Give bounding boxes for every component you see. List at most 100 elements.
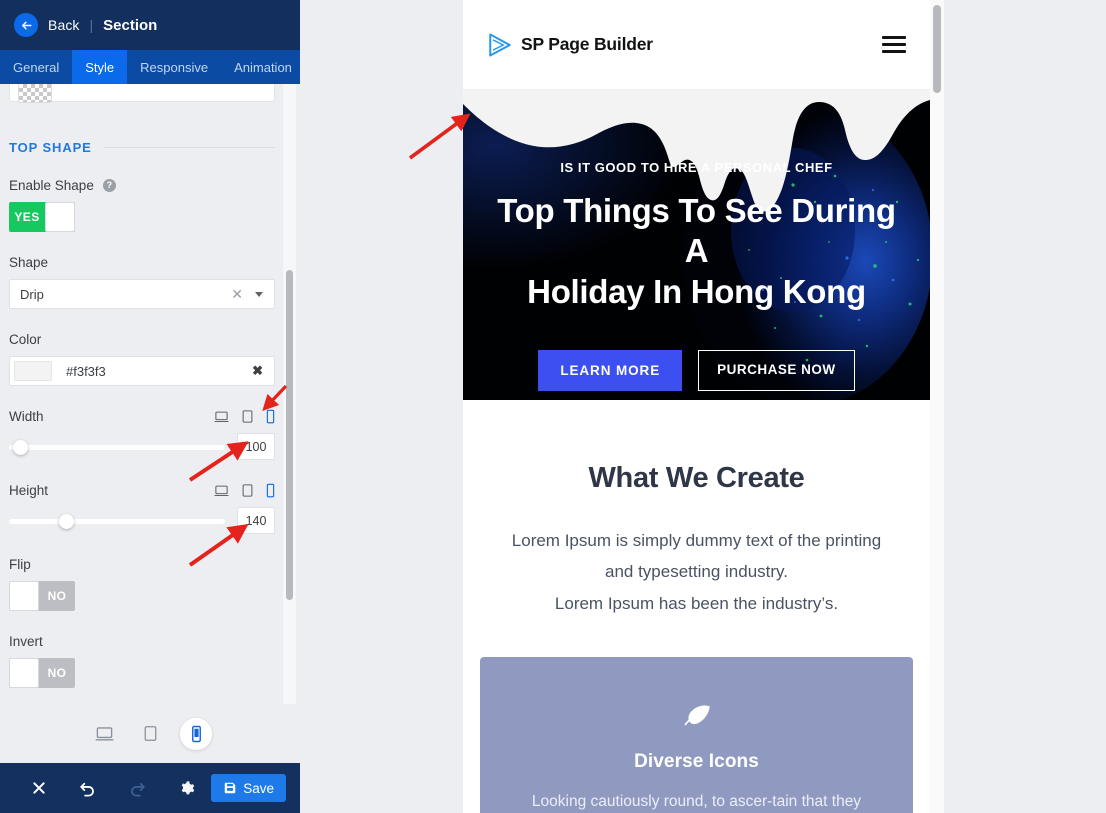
width-label-row: Width bbox=[9, 409, 275, 424]
hero-title-line1: Top Things To See During A bbox=[497, 192, 896, 270]
section-heading-label: TOP SHAPE bbox=[9, 140, 92, 155]
shape-clear-icon[interactable]: ✕ bbox=[225, 286, 249, 303]
floppy-disk-icon bbox=[224, 782, 236, 794]
hamburger-icon[interactable] bbox=[882, 36, 906, 53]
width-label: Width bbox=[9, 409, 44, 424]
height-mobile-icon[interactable] bbox=[266, 483, 275, 498]
undo-button[interactable] bbox=[63, 763, 112, 813]
enable-shape-label: Enable Shape bbox=[9, 178, 94, 193]
sidebar-header: Back | Section bbox=[0, 0, 335, 50]
invert-toggle-value: NO bbox=[47, 666, 67, 680]
field-height: Height 140 bbox=[9, 483, 275, 534]
sidebar-tabs: General Style Responsive Animation bbox=[0, 50, 300, 91]
enable-shape-toggle-knob bbox=[45, 202, 75, 232]
width-slider-thumb[interactable] bbox=[13, 439, 29, 455]
enable-shape-toggle-value: YES bbox=[14, 210, 40, 224]
panel-title: Section bbox=[103, 16, 158, 34]
field-invert: Invert NO bbox=[9, 634, 275, 688]
height-desktop-icon[interactable] bbox=[214, 483, 229, 498]
learn-more-button[interactable]: LEARN MORE bbox=[538, 349, 683, 391]
back-button[interactable] bbox=[14, 13, 38, 37]
enable-shape-toggle[interactable]: YES bbox=[9, 202, 75, 232]
height-slider-thumb[interactable] bbox=[58, 513, 74, 529]
height-slider[interactable] bbox=[9, 511, 225, 531]
desktop-icon bbox=[95, 727, 113, 741]
tab-animation[interactable]: Animation bbox=[221, 50, 305, 84]
feature-card-text: Looking cautiously round, to ascer-tain … bbox=[531, 793, 862, 811]
back-label: Back bbox=[48, 17, 80, 33]
color-hex-value: #f3f3f3 bbox=[66, 363, 106, 379]
device-switch-desktop[interactable] bbox=[88, 718, 120, 750]
save-button[interactable]: Save bbox=[211, 774, 286, 802]
invert-toggle-knob bbox=[9, 658, 39, 688]
what-we-create-heading: What We Create bbox=[588, 462, 805, 494]
width-desktop-icon[interactable] bbox=[214, 409, 229, 424]
width-slider-row: 100 bbox=[9, 433, 275, 460]
color-swatch[interactable] bbox=[14, 361, 52, 381]
redo-button[interactable] bbox=[113, 763, 162, 813]
question-mark-icon[interactable]: ? bbox=[102, 179, 116, 192]
width-slider-track bbox=[9, 444, 225, 450]
width-value-input[interactable]: 100 bbox=[237, 433, 275, 460]
times-icon bbox=[32, 782, 45, 794]
site-header: SP Page Builder bbox=[463, 0, 930, 90]
hero-kicker: IS IT GOOD TO HIRE A PERSONAL CHEF bbox=[560, 160, 833, 175]
preview-page-scrollbar[interactable] bbox=[930, 0, 944, 813]
settings-button[interactable] bbox=[162, 763, 211, 813]
background-image-field[interactable] bbox=[9, 84, 275, 103]
app-root: Back | Section General Style Responsive … bbox=[0, 0, 1106, 813]
height-label-row: Height bbox=[9, 483, 275, 498]
settings-sidebar: Back | Section General Style Responsive … bbox=[0, 0, 335, 813]
height-tablet-icon[interactable] bbox=[241, 483, 254, 498]
site-logo-text: SP Page Builder bbox=[521, 34, 653, 54]
transparent-swatch[interactable] bbox=[18, 84, 52, 103]
preview-scrollbar-thumb[interactable] bbox=[933, 5, 941, 93]
paragraph-line-2: and typesetting industry. bbox=[604, 562, 788, 582]
section-heading-rule bbox=[103, 147, 275, 148]
purchase-now-button[interactable]: PURCHASE NOW bbox=[698, 349, 855, 391]
close-button[interactable] bbox=[14, 763, 63, 813]
device-switch-mobile[interactable] bbox=[180, 717, 212, 750]
chevron-down-icon[interactable] bbox=[255, 291, 263, 297]
leaf-icon bbox=[506, 699, 887, 733]
enable-shape-label-row: Enable Shape ? bbox=[9, 178, 275, 193]
undo-icon bbox=[80, 782, 95, 797]
color-clear-icon[interactable]: ✖ bbox=[249, 363, 266, 379]
what-we-create-paragraph: Lorem Ipsum is simply dummy text of the … bbox=[493, 525, 900, 619]
shape-select[interactable]: Drip ✕ bbox=[9, 279, 275, 309]
field-width: Width 100 bbox=[9, 409, 275, 460]
flip-toggle[interactable]: NO bbox=[9, 581, 75, 611]
feature-card-diverse-icons: Diverse Icons Looking cautiously round, … bbox=[480, 657, 913, 813]
paragraph-line-3: Lorem Ipsum has been the industry’s. bbox=[554, 593, 839, 613]
hero-title-line2: Holiday In Hong Kong bbox=[527, 272, 866, 310]
height-label: Height bbox=[9, 483, 49, 498]
device-switcher bbox=[0, 704, 300, 763]
color-label: Color bbox=[9, 332, 42, 347]
section-heading-top-shape: TOP SHAPE bbox=[9, 140, 275, 155]
settings-scrollbar-thumb[interactable] bbox=[286, 270, 293, 600]
height-slider-track bbox=[9, 518, 225, 524]
invert-label: Invert bbox=[9, 634, 43, 649]
hero-content: IS IT GOOD TO HIRE A PERSONAL CHEF Top T… bbox=[463, 160, 930, 391]
device-switch-tablet[interactable] bbox=[134, 718, 166, 750]
color-input[interactable]: #f3f3f3 ✖ bbox=[9, 356, 275, 386]
tablet-icon bbox=[144, 726, 156, 741]
tab-responsive[interactable]: Responsive bbox=[127, 50, 221, 84]
field-color: Color #f3f3f3 ✖ bbox=[9, 332, 275, 386]
mobile-preview-frame: SP Page Builder IS IT GOOD TO HIRE A PER… bbox=[463, 0, 930, 813]
feature-card-title: Diverse Icons bbox=[634, 751, 759, 773]
height-value-input[interactable]: 140 bbox=[237, 507, 275, 534]
invert-toggle[interactable]: NO bbox=[9, 658, 75, 688]
site-logo[interactable]: SP Page Builder bbox=[487, 32, 653, 58]
tab-style[interactable]: Style bbox=[72, 50, 128, 91]
tab-general[interactable]: General bbox=[0, 50, 72, 84]
width-mobile-icon[interactable] bbox=[266, 409, 275, 424]
flip-toggle-value: NO bbox=[47, 589, 67, 603]
arrow-left-icon bbox=[21, 21, 32, 29]
shape-select-value: Drip bbox=[20, 286, 44, 302]
width-tablet-icon[interactable] bbox=[241, 409, 254, 424]
field-flip: Flip NO bbox=[9, 557, 275, 611]
gear-icon bbox=[181, 780, 195, 794]
width-slider[interactable] bbox=[9, 437, 225, 457]
settings-scroll-area: TOP SHAPE Enable Shape ? YES Shape Drip … bbox=[0, 84, 300, 704]
